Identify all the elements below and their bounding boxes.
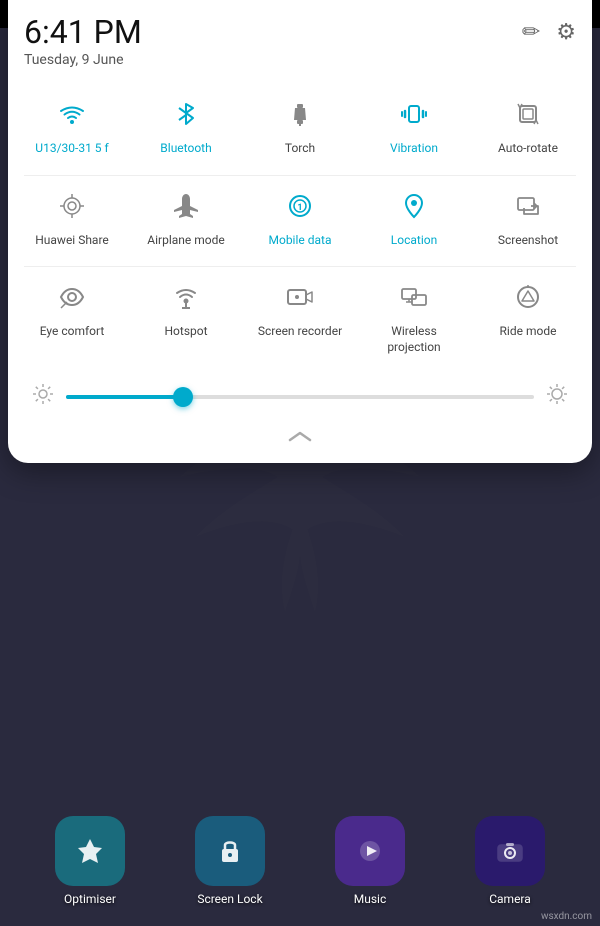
mobile-data-tile-icon: 1 <box>284 190 316 227</box>
brightness-high-icon <box>546 383 568 410</box>
screen-lock-label: Screen Lock <box>197 892 262 906</box>
quick-settings-panel: 6:41 PM Tuesday, 9 June ✏ ⚙ U13/30-31 5 … <box>8 0 592 463</box>
tiles-row-2: Huawei Share Airplane mode 1 Mobile data <box>24 180 576 259</box>
brightness-row <box>24 373 576 424</box>
collapse-handle[interactable] <box>24 424 576 455</box>
optimiser-icon <box>55 816 125 886</box>
tile-location[interactable]: Location <box>366 180 462 259</box>
qs-header: 6:41 PM Tuesday, 9 June ✏ ⚙ <box>24 16 576 68</box>
bluetooth-tile-label: Bluetooth <box>160 141 211 157</box>
app-grid: Optimiser Screen Lock Music <box>0 816 600 906</box>
tile-ride-mode[interactable]: Ride mode <box>480 271 576 365</box>
wifi-tile-label: U13/30-31 5 f <box>35 141 108 157</box>
tile-airplane-mode[interactable]: Airplane mode <box>138 180 234 259</box>
tile-screen-recorder[interactable]: Screen recorder <box>252 271 348 365</box>
svg-text:1: 1 <box>297 203 302 213</box>
location-tile-icon <box>398 190 430 227</box>
airplane-tile-label: Airplane mode <box>147 233 224 249</box>
tile-screenshot[interactable]: Screenshot <box>480 180 576 259</box>
torch-tile-icon <box>284 98 316 135</box>
settings-button[interactable]: ⚙ <box>556 20 576 45</box>
vibration-tile-label: Vibration <box>390 141 438 157</box>
camera-label: Camera <box>489 892 531 906</box>
music-label: Music <box>354 892 386 906</box>
app-screen-lock[interactable]: Screen Lock <box>195 816 265 906</box>
tile-vibration[interactable]: Vibration <box>366 88 462 167</box>
auto-rotate-tile-icon <box>512 98 544 135</box>
tile-bluetooth[interactable]: Bluetooth <box>138 88 234 167</box>
ride-mode-tile-icon <box>512 281 544 318</box>
app-camera[interactable]: Camera <box>475 816 545 906</box>
airplane-tile-icon <box>170 190 202 227</box>
wireless-projection-tile-label: Wireless projection <box>370 324 458 355</box>
ride-mode-tile-label: Ride mode <box>500 324 557 340</box>
tile-eye-comfort[interactable]: Eye comfort <box>24 271 120 365</box>
qs-date: Tuesday, 9 June <box>24 52 142 68</box>
tile-wireless-projection[interactable]: Wireless projection <box>366 271 462 365</box>
brightness-slider-fill <box>66 395 183 399</box>
tile-torch[interactable]: Torch <box>252 88 348 167</box>
eye-comfort-tile-label: Eye comfort <box>40 324 105 340</box>
huawei-share-tile-icon <box>56 190 88 227</box>
brightness-slider-track[interactable] <box>66 395 534 399</box>
qs-datetime: 6:41 PM Tuesday, 9 June <box>24 16 142 68</box>
screen-recorder-tile-icon <box>284 281 316 318</box>
screenshot-tile-icon <box>512 190 544 227</box>
hotspot-tile-label: Hotspot <box>164 324 207 340</box>
brightness-slider-thumb[interactable] <box>173 387 193 407</box>
hotspot-tile-icon <box>170 281 202 318</box>
vibration-tile-icon <box>398 98 430 135</box>
auto-rotate-tile-label: Auto-rotate <box>498 141 558 157</box>
huawei-share-tile-label: Huawei Share <box>35 233 109 249</box>
divider-1 <box>24 175 576 176</box>
camera-icon <box>475 816 545 886</box>
brightness-low-icon <box>32 383 54 410</box>
tiles-row-1: U13/30-31 5 f Bluetooth <box>24 88 576 167</box>
music-icon <box>335 816 405 886</box>
watermark: wsxdn.com <box>541 911 592 922</box>
screenshot-tile-label: Screenshot <box>498 233 558 249</box>
tile-auto-rotate[interactable]: Auto-rotate <box>480 88 576 167</box>
mobile-data-tile-label: Mobile data <box>269 233 332 249</box>
tiles-row-3: Eye comfort Hotspot <box>24 271 576 365</box>
screen-recorder-tile-label: Screen recorder <box>258 324 342 340</box>
app-music[interactable]: Music <box>335 816 405 906</box>
qs-header-actions: ✏ ⚙ <box>522 16 576 45</box>
app-optimiser[interactable]: Optimiser <box>55 816 125 906</box>
tile-huawei-share[interactable]: Huawei Share <box>24 180 120 259</box>
location-tile-label: Location <box>391 233 437 249</box>
optimiser-label: Optimiser <box>64 892 116 906</box>
eye-comfort-tile-icon <box>56 281 88 318</box>
tile-hotspot[interactable]: Hotspot <box>138 271 234 365</box>
tile-mobile-data[interactable]: 1 Mobile data <box>252 180 348 259</box>
divider-2 <box>24 266 576 267</box>
wifi-tile-icon <box>56 98 88 135</box>
edit-button[interactable]: ✏ <box>522 20 540 45</box>
wireless-projection-tile-icon <box>398 281 430 318</box>
torch-tile-label: Torch <box>285 141 315 157</box>
screen-lock-icon <box>195 816 265 886</box>
bluetooth-tile-icon <box>170 98 202 135</box>
qs-time: 6:41 PM <box>24 16 142 48</box>
tile-wifi[interactable]: U13/30-31 5 f <box>24 88 120 167</box>
